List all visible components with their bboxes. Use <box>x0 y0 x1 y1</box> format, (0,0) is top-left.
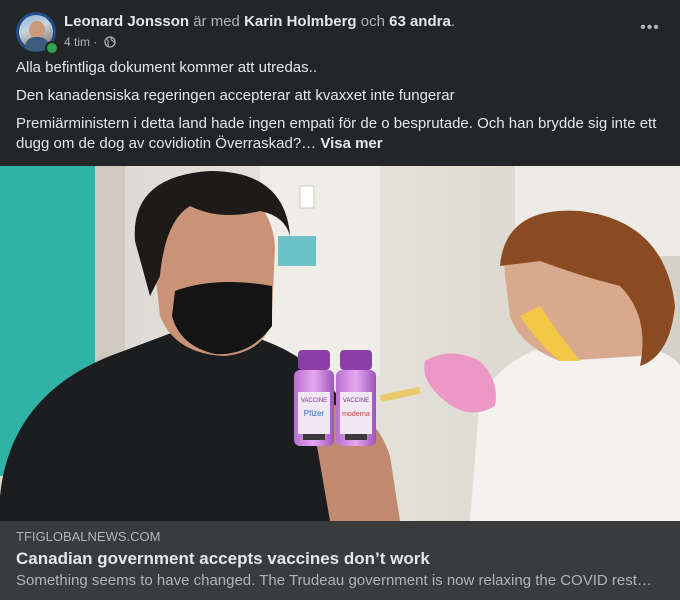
post-text: Alla befintliga dokument kommer att utre… <box>16 58 664 162</box>
vaccination-photo: VACCINE Pfizer VACCINE moderna <box>0 166 680 521</box>
see-more-link[interactable]: Visa mer <box>320 135 382 152</box>
period-text: . <box>450 13 455 30</box>
post-timestamp[interactable]: 4 tim <box>64 35 90 49</box>
vial-brand-1: Pfizer <box>304 409 325 418</box>
post-meta: 4 tim · <box>64 34 116 52</box>
others-link[interactable]: 63 andra <box>389 13 451 30</box>
post-paragraph-3: Premiärministern i detta land hade ingen… <box>16 114 664 154</box>
online-status-indicator <box>45 41 59 55</box>
link-description: Something seems to have changed. The Tru… <box>16 572 656 589</box>
link-preview-image[interactable]: VACCINE Pfizer VACCINE moderna <box>0 166 680 521</box>
vial-label-2: VACCINE <box>343 398 369 404</box>
author-name-link[interactable]: Leonard Jonsson <box>64 13 189 30</box>
vial-brand-2: moderna <box>342 411 370 418</box>
post-paragraph-2: Den kanadensiska regeringen accepterar a… <box>16 87 455 104</box>
more-options-icon[interactable]: ••• <box>636 18 664 38</box>
post-header: Leonard Jonsson är med Karin Holmberg oc… <box>16 12 664 55</box>
link-title[interactable]: Canadian government accepts vaccines don… <box>16 548 430 570</box>
with-text: är med <box>193 13 240 30</box>
and-text: och <box>360 13 385 30</box>
globe-icon[interactable] <box>104 36 116 52</box>
link-domain: TFIGLOBALNEWS.COM <box>16 529 161 544</box>
post-author-line: Leonard Jonsson är med Karin Holmberg oc… <box>64 12 455 32</box>
post-paragraph-1: Alla befintliga dokument kommer att utre… <box>16 59 317 76</box>
vial-label-1: VACCINE <box>301 398 327 404</box>
link-preview-caption[interactable]: TFIGLOBALNEWS.COM Canadian government ac… <box>0 521 680 600</box>
tagged-person-link[interactable]: Karin Holmberg <box>244 13 357 30</box>
facebook-post: Leonard Jonsson är med Karin Holmberg oc… <box>0 0 680 600</box>
meta-separator: · <box>93 35 98 49</box>
